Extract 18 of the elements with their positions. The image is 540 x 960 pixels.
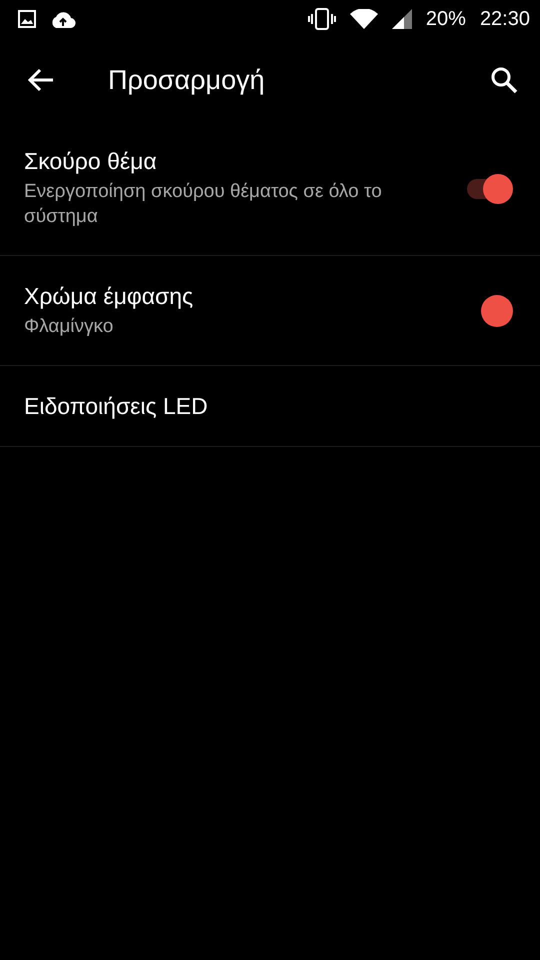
image-icon [18,10,36,28]
settings-item[interactable]: Χρώμα έμφασης Φλαμίνγκο [0,256,540,366]
settings-item[interactable]: Ειδοποιήσεις LED [0,366,540,447]
setting-summary: Φλαμίνγκο [24,314,114,338]
wifi-icon [350,9,378,29]
search-button[interactable] [490,66,518,94]
setting-title: Ειδοποιήσεις LED [24,392,209,420]
setting-title: Σκούρο θέμα [24,148,158,175]
setting-summary: Ενεργοποίηση σκούρου θέματος σε όλο το σύστημα [24,180,383,229]
clock-text: 22:30 [480,8,530,30]
vibrate-icon [308,8,336,30]
back-button[interactable] [28,68,54,92]
setting-title: Χρώμα έμφασης [24,282,194,310]
signal-icon [392,9,412,29]
settings-item[interactable]: Σκούρο θέμα Ενεργοποίηση σκούρου θέματος σε όλο το σύστημα [0,122,540,256]
page-title: Προσαρμογή [108,64,266,96]
cloud-upload-icon [50,10,76,28]
battery-text: 20% [426,8,466,30]
